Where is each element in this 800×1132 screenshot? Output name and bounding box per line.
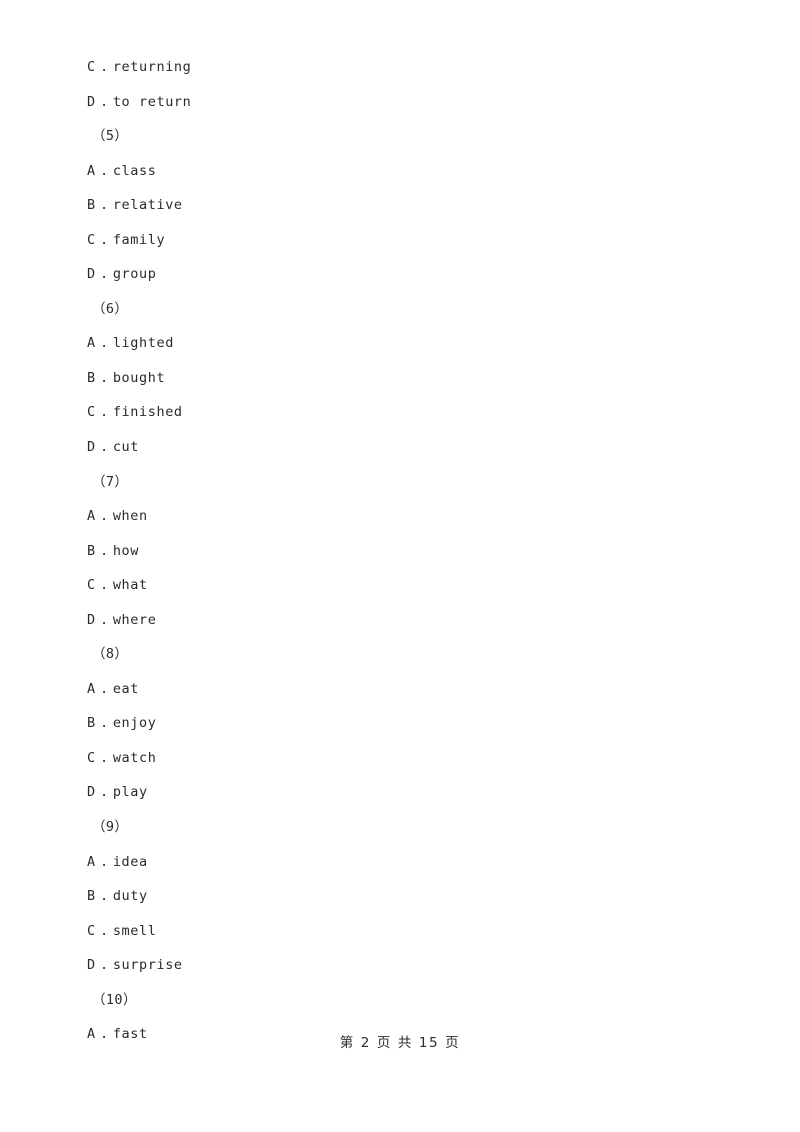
option-separator: . — [100, 853, 109, 870]
option-separator: . — [100, 542, 109, 559]
option-text: to return — [112, 93, 192, 110]
answer-option: D. where — [87, 603, 707, 638]
answer-option: B. relative — [87, 188, 707, 223]
option-separator: . — [100, 197, 109, 214]
option-letter: B — [87, 369, 96, 386]
question-number: （6） — [92, 300, 129, 317]
answer-option: C. watch — [87, 741, 707, 776]
option-separator: . — [100, 922, 109, 939]
option-separator: . — [100, 93, 109, 110]
option-letter: B — [87, 197, 96, 214]
answer-option: C. returning — [87, 50, 707, 85]
option-separator: . — [100, 369, 109, 386]
option-separator: . — [100, 888, 109, 905]
option-separator: . — [100, 439, 109, 456]
question-number: （8） — [92, 646, 129, 663]
option-text: what — [112, 577, 148, 594]
answer-option: C. smell — [87, 914, 707, 949]
answer-option: C. what — [87, 568, 707, 603]
page-footer: 第 2 页 共 15 页 — [339, 1035, 461, 1051]
option-text: finished — [112, 404, 183, 421]
answer-option: A. lighted — [87, 326, 707, 361]
option-text: when — [112, 508, 148, 525]
question-number: （5） — [92, 128, 129, 145]
option-letter: D — [87, 266, 96, 283]
option-letter: B — [87, 542, 96, 559]
option-separator: . — [100, 162, 109, 179]
option-letter: A — [87, 335, 96, 352]
answer-option: D. surprise — [87, 948, 707, 983]
option-letter: C — [87, 404, 96, 421]
option-text: returning — [112, 59, 192, 75]
option-text: cut — [112, 439, 140, 456]
option-separator: . — [100, 231, 109, 248]
answer-option: A. when — [87, 499, 707, 534]
option-separator: . — [100, 508, 109, 525]
option-text: duty — [112, 888, 148, 905]
answer-option: B. how — [87, 534, 707, 569]
option-letter: D — [87, 784, 96, 801]
option-letter: D — [87, 611, 96, 628]
option-text: idea — [112, 853, 148, 870]
question-number: （9） — [92, 819, 129, 836]
option-letter: C — [87, 577, 96, 594]
answer-option: D. group — [87, 257, 707, 292]
option-letter: A — [87, 680, 96, 697]
question-number: （10） — [92, 991, 137, 1008]
option-separator: . — [100, 715, 109, 732]
option-text: lighted — [112, 335, 174, 352]
answer-option: B. enjoy — [87, 706, 707, 741]
option-separator: . — [100, 680, 109, 697]
option-separator: . — [100, 59, 109, 75]
option-text: eat — [112, 680, 140, 697]
option-text: class — [112, 162, 157, 179]
question-number: （7） — [92, 473, 129, 490]
answer-option: A. eat — [87, 672, 707, 707]
answer-option: B. bought — [87, 361, 707, 396]
answer-option: A. class — [87, 154, 707, 189]
option-text: bought — [112, 369, 166, 386]
option-letter: D — [87, 439, 96, 456]
option-letter: D — [87, 957, 96, 974]
option-letter: A — [87, 508, 96, 525]
answer-option: C. family — [87, 223, 707, 258]
option-separator: . — [100, 611, 109, 628]
answer-option: C. finished — [87, 395, 707, 430]
option-text: enjoy — [112, 715, 157, 732]
option-text: how — [112, 542, 140, 559]
option-letter: C — [87, 59, 96, 75]
option-letter: B — [87, 715, 96, 732]
option-text: family — [112, 231, 166, 248]
answer-option: A. idea — [87, 845, 707, 880]
option-letter: C — [87, 231, 96, 248]
option-letter: C — [87, 749, 96, 766]
answer-option: B. duty — [87, 879, 707, 914]
option-text: group — [112, 266, 157, 283]
option-separator: . — [100, 784, 109, 801]
answer-options-list: C. returning D. to return （5） A. class B. relati… — [87, 50, 707, 1052]
document-page: C. returning D. to return （5） A. class B. relati… — [0, 0, 800, 1132]
option-text: smell — [112, 922, 157, 939]
option-text: play — [112, 784, 148, 801]
option-letter: D — [87, 93, 96, 110]
option-text: surprise — [112, 957, 183, 974]
answer-option: D. cut — [87, 430, 707, 465]
option-separator: . — [100, 957, 109, 974]
option-separator: . — [100, 577, 109, 594]
option-text: watch — [112, 749, 157, 766]
option-separator: . — [100, 266, 109, 283]
option-separator: . — [100, 749, 109, 766]
option-letter: A — [87, 853, 96, 870]
option-separator: . — [100, 404, 109, 421]
option-letter: C — [87, 922, 96, 939]
option-letter: A — [87, 162, 96, 179]
answer-option: D. to return — [87, 85, 707, 120]
option-text: relative — [112, 197, 183, 214]
answer-option: D. play — [87, 775, 707, 810]
option-separator: . — [100, 335, 109, 352]
option-text: where — [112, 611, 157, 628]
option-letter: B — [87, 888, 96, 905]
